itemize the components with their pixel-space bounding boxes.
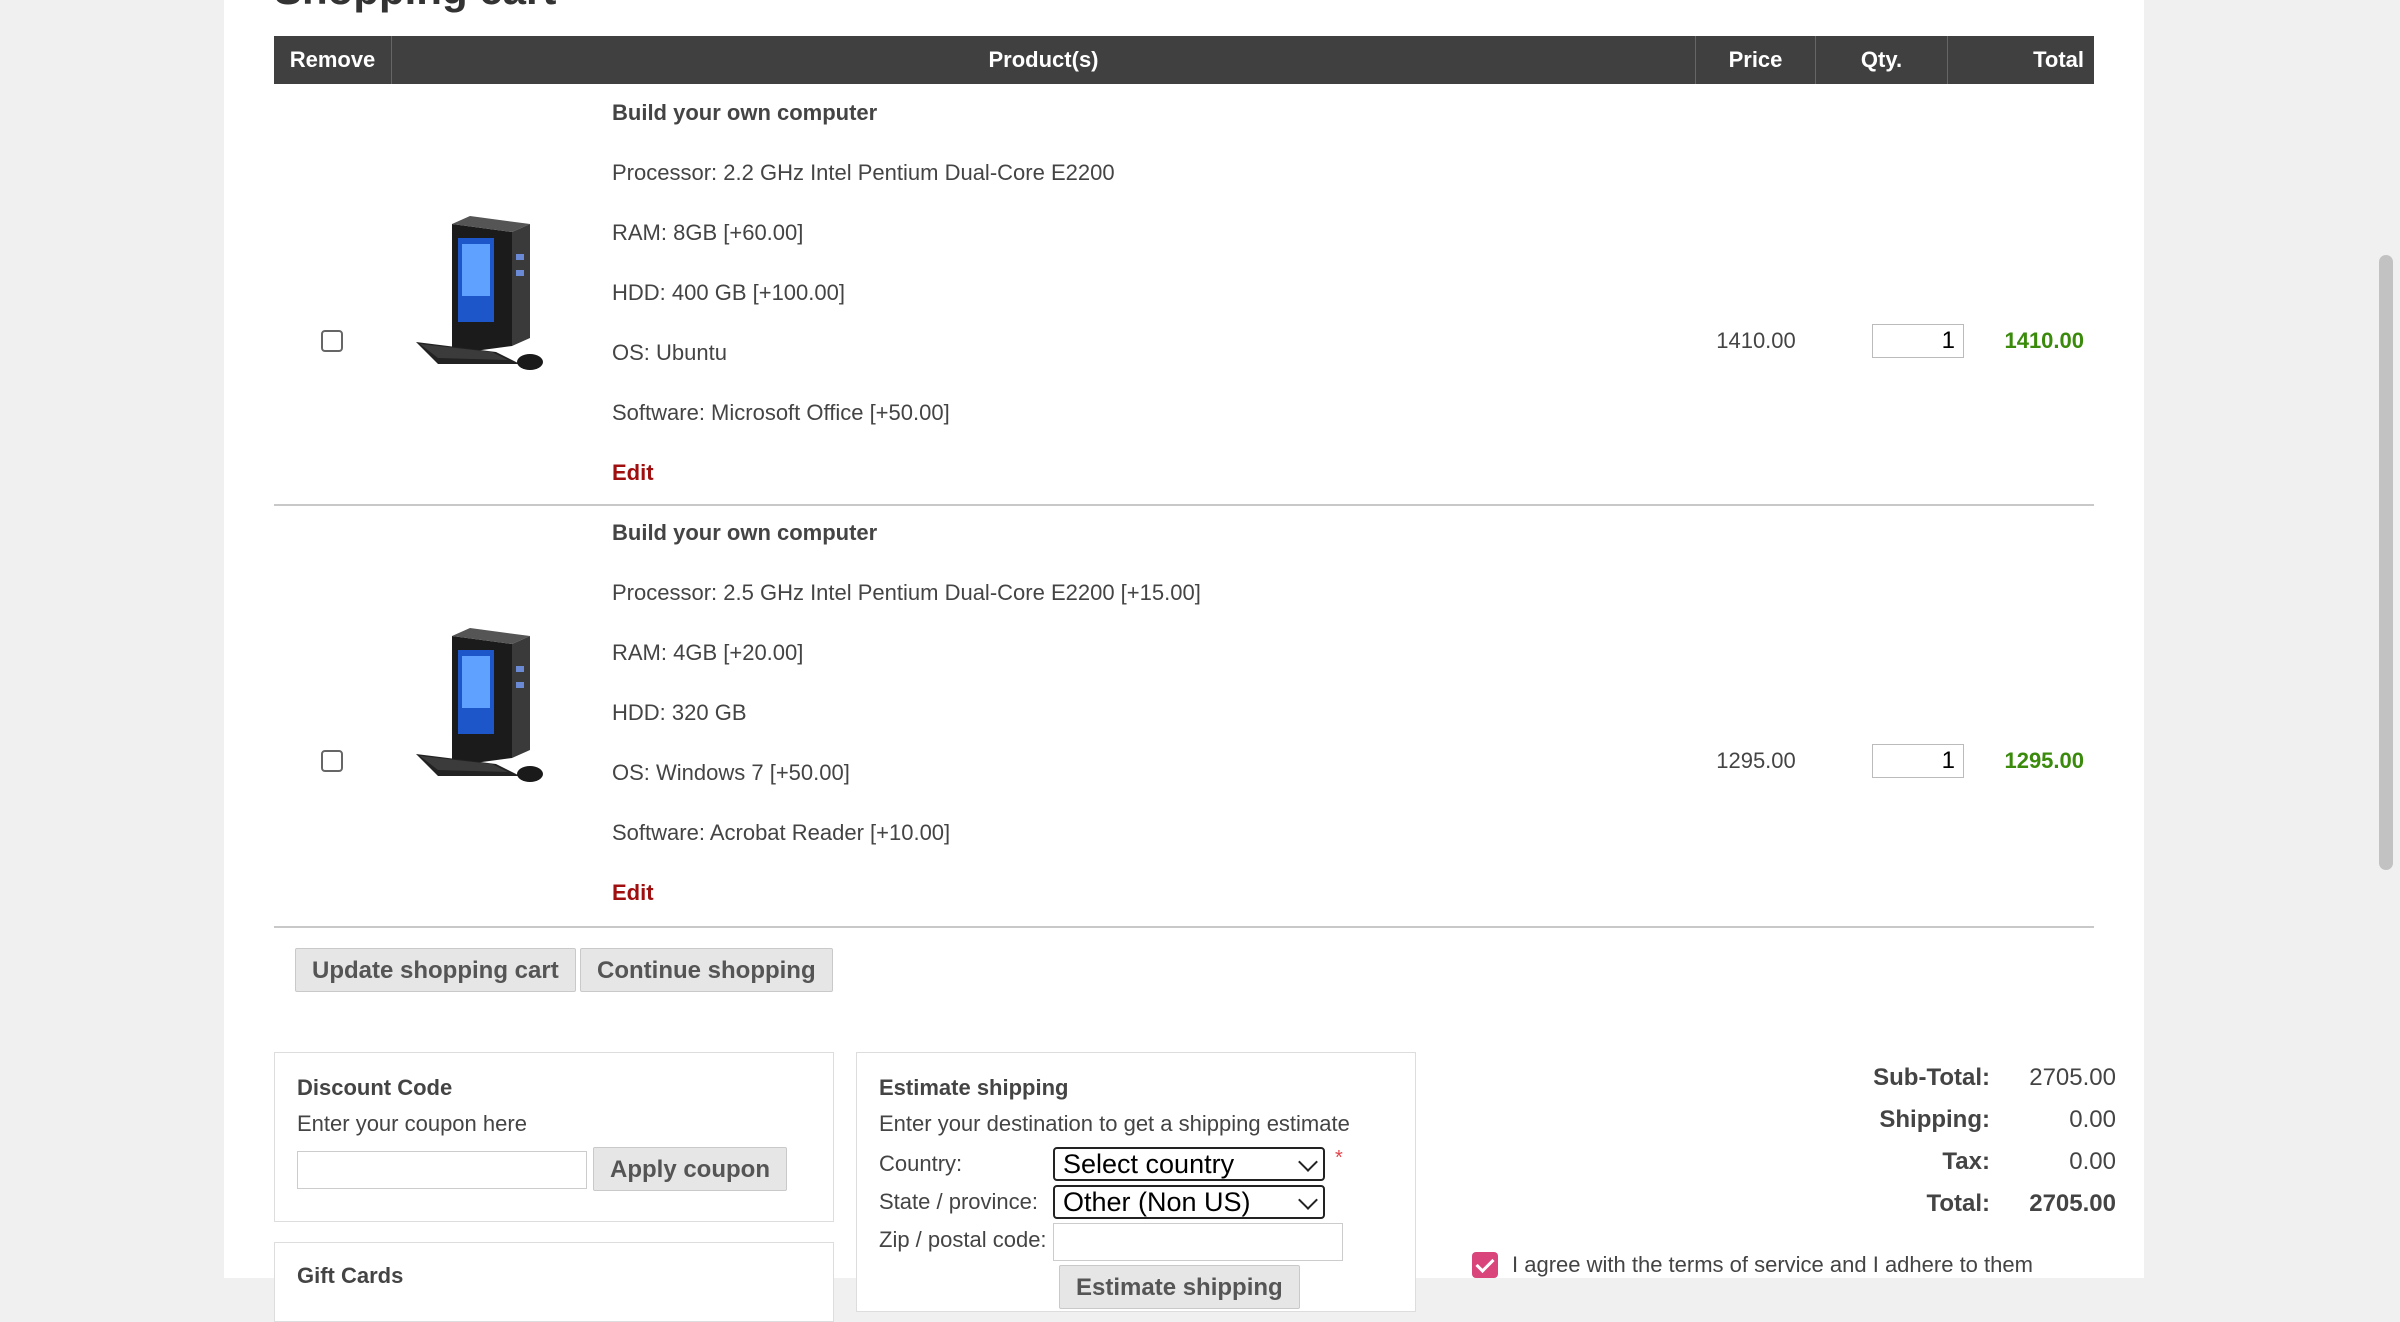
column-header-price: Price [1696,36,1816,84]
state-select-value: Other (Non US) [1063,1187,1251,1217]
zip-input[interactable] [1053,1223,1343,1261]
product-attribute: OS: Windows 7 [+50.00] [612,760,850,785]
cart-table-header: Remove Product(s) Price Qty. Total [274,36,2094,84]
country-label: Country: [879,1151,963,1176]
terms-checkbox[interactable] [1472,1252,1498,1278]
coupon-input[interactable] [297,1151,587,1189]
tax-label: Tax: [1942,1148,1990,1175]
cart-table: Remove Product(s) Price Qty. Total Build… [274,36,2094,928]
discount-code-box: Discount Code Enter your coupon here App… [274,1052,834,1222]
product-attribute: Processor: 2.2 GHz Intel Pentium Dual-Co… [612,160,1115,185]
cart-row: Build your own computer Processor: 2.2 G… [274,84,2094,506]
computer-icon [416,216,543,370]
subtotal-label: Sub-Total: [1873,1064,1990,1091]
unit-price: 1410.00 [1716,328,1796,353]
remove-checkbox[interactable] [321,750,343,772]
scrollbar-thumb[interactable] [2379,255,2393,870]
page-title: Shopping cart [274,0,556,14]
zip-label: Zip / postal code: [879,1227,1047,1252]
state-label: State / province: [879,1189,1038,1214]
product-attribute: RAM: 4GB [+20.00] [612,640,804,665]
estimate-shipping-title: Estimate shipping [879,1075,1069,1100]
apply-coupon-button[interactable]: Apply coupon [593,1147,787,1191]
country-select[interactable]: Select country [1053,1147,1325,1181]
product-attribute: RAM: 8GB [+60.00] [612,220,804,245]
continue-shopping-button[interactable]: Continue shopping [580,948,833,992]
total-value: 2705.00 [2029,1190,2116,1217]
estimate-shipping-hint: Enter your destination to get a shipping… [879,1111,1350,1136]
unit-price: 1295.00 [1716,748,1796,773]
line-total: 1295.00 [2004,748,2084,773]
discount-hint: Enter your coupon here [297,1111,527,1136]
chevron-down-icon [1298,1190,1318,1210]
chevron-down-icon [1298,1152,1318,1172]
gift-cards-box: Gift Cards [274,1242,834,1322]
column-header-total: Total [2033,47,2084,72]
country-select-value: Select country [1063,1149,1235,1179]
product-name[interactable]: Build your own computer [612,520,877,546]
remove-checkbox[interactable] [321,330,343,352]
page: Shopping cart Remove Product(s) Price Qt… [224,0,2144,1322]
column-header-products: Product(s) [392,36,1696,84]
shipping-value: 0.00 [2069,1106,2116,1133]
estimate-shipping-box: Estimate shipping Enter your destination… [856,1052,1416,1312]
total-label: Total: [1926,1190,1990,1217]
column-header-qty: Qty. [1816,36,1948,84]
shipping-label: Shipping: [1879,1106,1990,1133]
product-attribute: HDD: 320 GB [612,700,747,725]
product-name[interactable]: Build your own computer [612,100,877,126]
computer-icon [416,628,543,782]
discount-title: Discount Code [297,1075,453,1100]
edit-link[interactable]: Edit [612,880,654,906]
product-attribute: HDD: 400 GB [+100.00] [612,280,845,305]
product-attribute: Processor: 2.5 GHz Intel Pentium Dual-Co… [612,580,1201,605]
product-image[interactable] [412,626,552,786]
tax-value: 0.00 [2069,1148,2116,1175]
gift-cards-title: Gift Cards [297,1263,404,1288]
product-attribute: OS: Ubuntu [612,340,727,365]
product-image[interactable] [412,214,552,374]
estimate-shipping-button[interactable]: Estimate shipping [1059,1265,1300,1309]
column-header-remove: Remove [274,36,392,84]
product-attribute: Software: Microsoft Office [+50.00] [612,400,950,425]
required-mark: * [1335,1147,1343,1169]
product-attribute: Software: Acrobat Reader [+10.00] [612,820,951,845]
terms-label[interactable]: I agree with the terms of service and I … [1512,1252,2033,1278]
cart-row: Build your own computer Processor: 2.5 G… [274,506,2094,928]
state-select[interactable]: Other (Non US) [1053,1185,1325,1219]
update-cart-button[interactable]: Update shopping cart [295,948,576,992]
subtotal-value: 2705.00 [2029,1064,2116,1091]
line-total: 1410.00 [2004,328,2084,353]
edit-link[interactable]: Edit [612,460,654,486]
